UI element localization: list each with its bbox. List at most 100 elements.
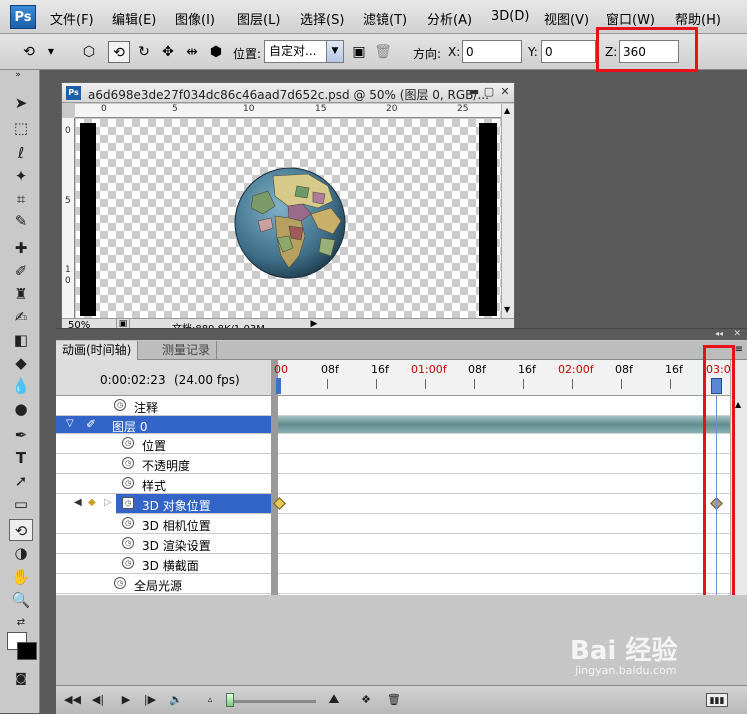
- menu-window[interactable]: 窗口(W): [606, 9, 655, 28]
- tab-animation-timeline[interactable]: 动画(时间轴): [56, 341, 139, 360]
- x-input[interactable]: [462, 40, 522, 63]
- hand-tool-icon[interactable]: ✋: [9, 566, 33, 588]
- layer-row-comments[interactable]: ◷ 注释: [56, 396, 271, 416]
- property-row-3d-render-settings[interactable]: ◷ 3D 渲染设置: [56, 534, 271, 554]
- menu-analysis[interactable]: 分析(A): [427, 9, 472, 28]
- background-color-swatch[interactable]: [17, 642, 37, 660]
- document-vertical-scrollbar[interactable]: ▲ ▼: [501, 104, 514, 318]
- y-input[interactable]: [541, 40, 596, 63]
- path-selection-tool-icon[interactable]: ➚: [9, 470, 33, 492]
- blur-tool-icon[interactable]: 💧: [9, 375, 33, 397]
- panel-divider[interactable]: [271, 360, 278, 595]
- quick-mask-icon[interactable]: ◙: [9, 667, 33, 689]
- expand-triangle-icon[interactable]: ▽: [66, 418, 74, 429]
- timeline-row-opacity[interactable]: [278, 454, 730, 474]
- timeline-row-3d-cross-section[interactable]: [278, 554, 730, 574]
- timeline-zoom-slider[interactable]: [226, 693, 234, 707]
- menu-filter[interactable]: 滤镜(T): [363, 9, 407, 28]
- property-row-3d-camera-position[interactable]: ◷ 3D 相机位置: [56, 514, 271, 534]
- stopwatch-icon[interactable]: ◷: [114, 577, 126, 589]
- zoom-out-icon[interactable]: ▵: [202, 693, 218, 707]
- current-timecode[interactable]: 0:00:02:23: [100, 373, 166, 387]
- next-frame-icon[interactable]: |▶: [142, 693, 158, 707]
- stopwatch-icon[interactable]: ◷: [122, 557, 134, 569]
- layer-row-layer0[interactable]: ▽ ✐ 图层 0: [56, 416, 271, 434]
- timeline-row-3d-object-position[interactable]: [273, 494, 730, 514]
- marquee-tool-icon[interactable]: ⬚: [9, 117, 33, 139]
- panel-close-icon[interactable]: ✕: [733, 329, 741, 339]
- 3d-orbit-tool-icon[interactable]: ◑: [9, 542, 33, 564]
- menu-3d[interactable]: 3D(D): [491, 9, 529, 24]
- document-titlebar[interactable]: Ps a6d698e3de27f034dc86c46aad7d652c.psd …: [62, 83, 514, 103]
- timeline-row-global-light[interactable]: [278, 574, 730, 594]
- document-canvas[interactable]: [76, 119, 501, 318]
- timeline-row-position[interactable]: [278, 434, 730, 454]
- position-select[interactable]: 自定对... ▼: [264, 40, 344, 63]
- close-icon[interactable]: ✕: [498, 85, 512, 99]
- stopwatch-icon[interactable]: ◷: [122, 477, 134, 489]
- work-area-start-handle[interactable]: [276, 378, 281, 394]
- panel-collapse-icon[interactable]: ◂◂: [715, 329, 723, 338]
- menu-edit[interactable]: 编辑(E): [112, 9, 156, 28]
- delete-icon[interactable]: 🗑: [372, 41, 394, 63]
- property-row-3d-cross-section[interactable]: ◷ 3D 横截面: [56, 554, 271, 574]
- property-row-opacity[interactable]: ◷ 不透明度: [56, 454, 271, 474]
- scroll-up-icon[interactable]: ▲: [735, 400, 741, 409]
- tab-measurement-log[interactable]: 测量记录: [156, 341, 218, 360]
- preset-dropdown-arrow-icon[interactable]: ▼: [40, 41, 62, 63]
- timeline-zoom-track[interactable]: [226, 700, 316, 703]
- maximize-icon[interactable]: ▢: [482, 85, 496, 99]
- property-row-global-light[interactable]: ◷ 全局光源: [56, 574, 271, 594]
- property-row-3d-object-position[interactable]: ◀ ◆ ▷ ◷ 3D 对象位置: [56, 494, 271, 514]
- onion-skin-icon[interactable]: ❖: [358, 693, 374, 707]
- stopwatch-icon[interactable]: ◷: [122, 537, 134, 549]
- stopwatch-active-icon[interactable]: ◷: [122, 497, 134, 509]
- stopwatch-icon[interactable]: ◷: [114, 399, 126, 411]
- scroll-up-icon[interactable]: ▲: [504, 106, 510, 115]
- previous-keyframe-icon[interactable]: ◀: [74, 497, 82, 508]
- timeline-row-comments[interactable]: [278, 396, 730, 416]
- type-tool-icon[interactable]: T: [9, 447, 33, 469]
- history-brush-tool-icon[interactable]: ✍: [9, 306, 33, 328]
- save-icon[interactable]: ▣: [348, 41, 370, 63]
- first-frame-icon[interactable]: ◀◀: [64, 693, 81, 707]
- menu-select[interactable]: 选择(S): [300, 9, 344, 28]
- convert-to-frame-animation-icon[interactable]: ▮▮▮: [706, 693, 728, 707]
- panel-menu-icon[interactable]: ≡: [735, 344, 743, 355]
- crop-tool-icon[interactable]: ⌗: [9, 188, 33, 210]
- previous-frame-icon[interactable]: ◀|: [90, 693, 106, 707]
- clone-stamp-tool-icon[interactable]: ♜: [9, 283, 33, 305]
- timeline-layer-duration-bar[interactable]: [278, 416, 730, 434]
- globe-3d-object[interactable]: [233, 166, 347, 280]
- stopwatch-icon[interactable]: ◷: [122, 517, 134, 529]
- timeline-row-style[interactable]: [278, 474, 730, 494]
- property-row-style[interactable]: ◷ 样式: [56, 474, 271, 494]
- menu-image[interactable]: 图像(I): [175, 9, 215, 28]
- lasso-tool-icon[interactable]: ℓ: [9, 142, 33, 164]
- shape-tool-icon[interactable]: ▭: [9, 493, 33, 515]
- next-keyframe-icon[interactable]: ▷: [104, 497, 112, 508]
- timeline-ruler[interactable]: 00 08f 16f 01:00f 08f 16f 02:00f 08f 16f…: [274, 360, 731, 396]
- menu-file[interactable]: 文件(F): [50, 9, 94, 28]
- trash-icon[interactable]: 🗑: [386, 693, 402, 707]
- chevron-down-icon[interactable]: ▼: [326, 41, 343, 62]
- pen-tool-icon[interactable]: ✒: [9, 424, 33, 446]
- 3d-rotate-tool-icon[interactable]: ⟲: [9, 519, 33, 541]
- add-keyframe-icon[interactable]: ◆: [88, 497, 96, 508]
- 3d-rotate-tool-preset-icon[interactable]: ⟲: [18, 41, 40, 63]
- swap-colors-icon[interactable]: ⇄: [9, 612, 33, 634]
- minimize-icon[interactable]: ▬: [467, 85, 481, 99]
- audio-icon[interactable]: 🔈: [168, 693, 184, 707]
- menu-layer[interactable]: 图层(L): [237, 9, 280, 28]
- menu-view[interactable]: 视图(V): [544, 9, 589, 28]
- dodge-tool-icon[interactable]: ●: [9, 398, 33, 420]
- timeline-row-3d-render-settings[interactable]: [278, 534, 730, 554]
- paint-bucket-tool-icon[interactable]: ◆: [9, 352, 33, 374]
- magic-wand-tool-icon[interactable]: ✦: [9, 165, 33, 187]
- play-icon[interactable]: ▶: [118, 693, 134, 707]
- move-tool-icon[interactable]: ➤: [9, 92, 33, 114]
- 3d-pan-icon[interactable]: ✥: [157, 41, 179, 63]
- timeline-row-3d-camera-position[interactable]: [278, 514, 730, 534]
- zoom-tool-icon[interactable]: 🔍: [9, 589, 33, 611]
- stopwatch-icon[interactable]: ◷: [122, 437, 134, 449]
